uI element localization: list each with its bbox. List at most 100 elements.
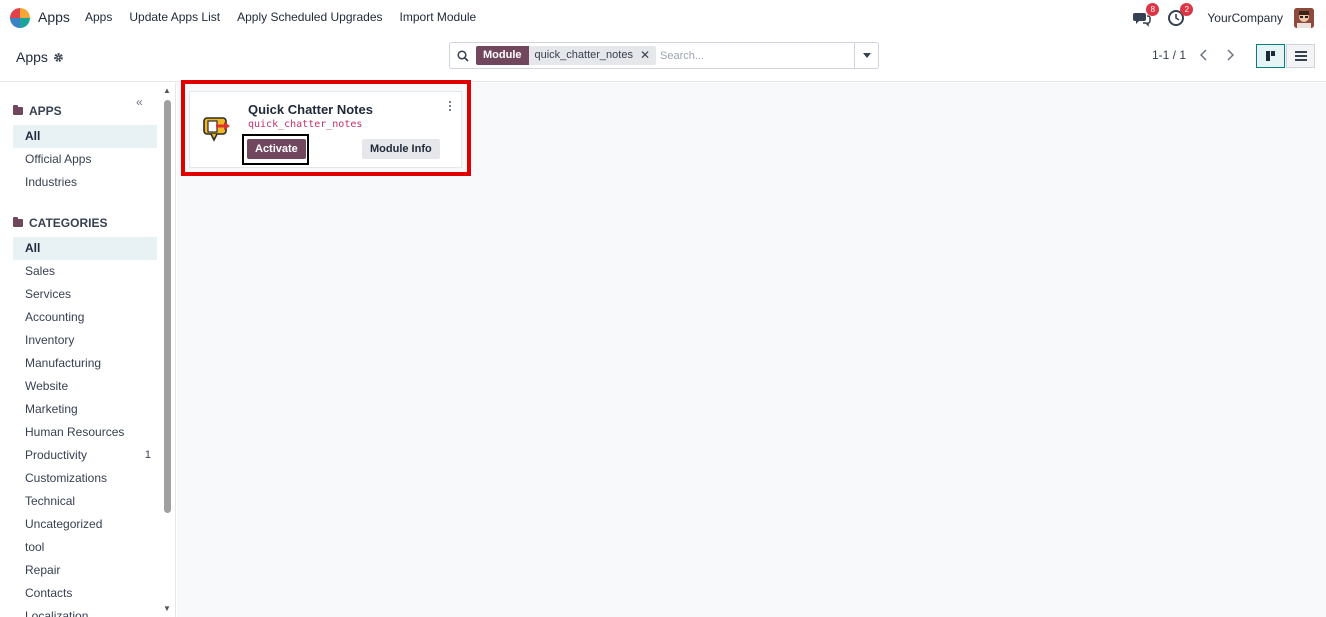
apps-logo-icon[interactable] [9, 7, 31, 29]
sidebar-item-manufacturing[interactable]: Manufacturing [13, 352, 157, 375]
top-navbar: Apps Apps Update Apps List Apply Schedul… [0, 0, 1326, 35]
sidebar-item-industries[interactable]: Industries [13, 171, 157, 194]
kanban-icon [1265, 51, 1275, 61]
sidebar-item-website[interactable]: Website [13, 375, 157, 398]
kanban-view-button[interactable] [1256, 44, 1285, 68]
sidebar-item-uncategorized[interactable]: Uncategorized [13, 513, 157, 536]
chevron-right-icon [1227, 49, 1234, 61]
menu-apps[interactable]: Apps [85, 10, 112, 24]
apps-section-label: APPS [29, 104, 62, 118]
messages-button[interactable]: 8 [1133, 3, 1160, 27]
scroll-up-icon[interactable]: ▲ [163, 86, 171, 95]
sidebar-item-productivity[interactable]: Productivity 1 [13, 444, 157, 467]
sidebar-item-label: Contacts [25, 586, 73, 600]
sidebar-item-label: Services [25, 287, 72, 301]
sidebar-item-label: Repair [25, 563, 61, 577]
sidebar-item-label: Uncategorized [25, 517, 103, 531]
gear-icon[interactable] [53, 52, 64, 63]
messages-badge: 8 [1146, 3, 1160, 16]
breadcrumb: Apps [16, 49, 64, 65]
main-menu: Apps Update Apps List Apply Scheduled Up… [85, 10, 493, 24]
sidebar-item-label: Human Resources [25, 425, 125, 439]
sidebar-item-localization[interactable]: Localization [13, 605, 157, 617]
page-title: Apps [16, 49, 48, 65]
apps-section-title: APPS [13, 104, 62, 118]
list-view-button[interactable] [1286, 44, 1315, 68]
sidebar-item-label: Accounting [25, 310, 85, 324]
sidebar-item-accounting[interactable]: Accounting [13, 306, 157, 329]
sidebar-item-marketing[interactable]: Marketing [13, 398, 157, 421]
facet-value: quick_chatter_notes [534, 49, 633, 61]
sidebar-item-label: Localization [25, 609, 89, 617]
sidebar-item-customizations[interactable]: Customizations [13, 467, 157, 490]
apps-filter-list: All Official Apps Industries [13, 125, 157, 194]
categories-filter-list: All Sales Services Accounting Inventory Manuf… [13, 237, 157, 617]
sidebar-item-label: Official Apps [25, 152, 92, 166]
facet-value-wrap: quick_chatter_notes ✕ [528, 46, 657, 65]
app-brand[interactable]: Apps [38, 9, 70, 25]
facet-label: Module [476, 46, 529, 65]
module-technical-name: quick_chatter_notes [248, 119, 363, 130]
control-panel: Apps Module quick_chatter_notes ✕ 1-1 / … [0, 35, 1326, 82]
search-facet: Module quick_chatter_notes ✕ [476, 46, 657, 65]
user-avatar-icon [1294, 8, 1314, 28]
menu-apply-scheduled-upgrades[interactable]: Apply Scheduled Upgrades [237, 10, 382, 24]
pager-next-button[interactable] [1219, 44, 1241, 66]
kanban-area: Quick Chatter Notes quick_chatter_notes … [177, 80, 1326, 617]
caret-down-icon [862, 53, 871, 58]
sidebar-item-label: All [25, 241, 41, 255]
kebab-menu-icon[interactable] [447, 100, 453, 112]
menu-update-apps-list[interactable]: Update Apps List [129, 10, 220, 24]
categories-section-label: CATEGORIES [29, 216, 108, 230]
menu-import-module[interactable]: Import Module [400, 10, 477, 24]
systray: 8 2 YourCompany [1133, 3, 1314, 30]
sidebar-scrollbar[interactable]: ▲ ▼ [162, 86, 172, 614]
folder-icon [13, 105, 23, 115]
sidebar-item-label: Manufacturing [25, 356, 102, 370]
sidebar-item-label: Productivity [25, 448, 88, 462]
sidebar-item-label: All [25, 129, 41, 143]
search-input[interactable] [660, 45, 854, 66]
sidebar-item-services[interactable]: Services [13, 283, 157, 306]
sidebar-item-tool[interactable]: tool [13, 536, 157, 559]
sidebar-item-human-resources[interactable]: Human Resources [13, 421, 157, 444]
sidebar-item-label: Website [25, 379, 69, 393]
sidebar-item-count: 1 [144, 449, 151, 461]
sidebar-item-repair[interactable]: Repair [13, 559, 157, 582]
sidebar-item-sales[interactable]: Sales [13, 260, 157, 283]
folder-icon [13, 217, 23, 227]
avatar[interactable] [1294, 8, 1314, 28]
close-icon[interactable]: ✕ [640, 46, 650, 65]
scroll-down-icon[interactable]: ▼ [163, 604, 171, 613]
sidebar-item-label: Customizations [25, 471, 108, 485]
collapse-sidebar-icon[interactable]: « [136, 95, 143, 109]
categories-section-title: CATEGORIES [13, 216, 107, 230]
search-icon[interactable] [450, 43, 476, 68]
sidebar-item-technical[interactable]: Technical [13, 490, 157, 513]
sidebar-item-all[interactable]: All [13, 125, 157, 148]
activity-badge: 2 [1180, 3, 1194, 16]
search-panel: APPS « All Official Apps Industries CATEGO… [0, 83, 176, 617]
module-icon [203, 117, 230, 142]
sidebar-item-official-apps[interactable]: Official Apps [13, 148, 157, 171]
pager-value[interactable]: 1-1 / 1 [1152, 48, 1186, 62]
pager-previous-button[interactable] [1193, 44, 1215, 66]
module-info-button[interactable]: Module Info [362, 139, 440, 159]
company-switcher[interactable]: YourCompany [1207, 11, 1283, 25]
sidebar-item-contacts[interactable]: Contacts [13, 582, 157, 605]
module-title: Quick Chatter Notes [248, 102, 373, 117]
list-icon [1294, 51, 1307, 61]
activity-button[interactable]: 2 [1167, 3, 1194, 27]
search-bar: Module quick_chatter_notes ✕ [449, 42, 879, 69]
sidebar-item-all[interactable]: All [13, 237, 157, 260]
search-options-button[interactable] [854, 43, 878, 68]
sidebar-item-label: Inventory [25, 333, 75, 347]
module-card[interactable]: Quick Chatter Notes quick_chatter_notes … [189, 91, 462, 168]
sidebar-item-label: Industries [25, 175, 78, 189]
sidebar-item-inventory[interactable]: Inventory [13, 329, 157, 352]
sidebar-item-label: Marketing [25, 402, 78, 416]
activate-button[interactable]: Activate [247, 139, 306, 159]
chevron-left-icon [1200, 49, 1207, 61]
scrollbar-thumb[interactable] [164, 100, 171, 513]
sidebar-item-label: Sales [25, 264, 56, 278]
